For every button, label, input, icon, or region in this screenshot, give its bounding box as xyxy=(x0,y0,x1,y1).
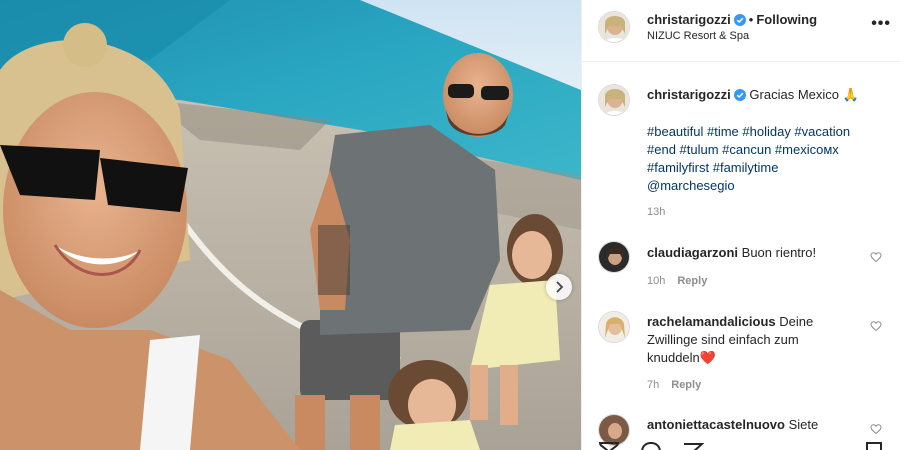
hashtag-line[interactable]: #beautiful #time #holiday #vacation xyxy=(647,123,887,141)
post-side-panel: christarigozzi • Following NIZUC Resort & … xyxy=(581,0,900,450)
caption-body: Gracias Mexico 🙏 xyxy=(749,87,859,102)
author-avatar[interactable] xyxy=(598,11,630,43)
comment-body: Siete xyxy=(788,417,819,432)
separator-dot: • xyxy=(748,12,754,27)
comment-body: Buon rientro! xyxy=(741,245,817,260)
comment-meta: 7h Reply xyxy=(647,379,701,391)
author-username[interactable]: christarigozzi xyxy=(647,12,731,27)
comment-text: antoniettacastelnuovo Siete xyxy=(647,416,877,434)
comment-body-line: Zwillinge sind einfach zum xyxy=(647,332,799,347)
mention-link[interactable]: @marchesegio xyxy=(647,177,887,195)
caption-timestamp[interactable]: 13h xyxy=(647,206,665,218)
heart-icon[interactable] xyxy=(870,251,882,263)
commenter-avatar[interactable] xyxy=(598,241,630,273)
comment-meta: 10h Reply xyxy=(647,275,707,287)
more-options-icon[interactable]: ••• xyxy=(871,15,891,33)
heart-icon[interactable] xyxy=(870,320,882,332)
commenter-avatar[interactable] xyxy=(598,311,630,343)
reply-button[interactable]: Reply xyxy=(677,275,707,287)
post-header: christarigozzi • Following NIZUC Resort & … xyxy=(582,0,900,62)
comment-timestamp[interactable]: 10h xyxy=(647,275,665,287)
hashtag-line[interactable]: #familyfirst #familytime xyxy=(647,159,887,177)
next-image-button[interactable] xyxy=(546,274,572,300)
comment-text: rachelamandalicious Deine Zwillinge sind… xyxy=(647,313,867,367)
like-icon[interactable] xyxy=(598,442,620,450)
following-button[interactable]: Following xyxy=(756,12,817,27)
caption-username[interactable]: christarigozzi xyxy=(647,87,731,102)
share-icon[interactable] xyxy=(682,442,704,450)
comment-text: claudiagarzoni Buon rientro! xyxy=(647,244,867,262)
chevron-right-icon xyxy=(556,281,564,293)
beach-family-photo xyxy=(0,0,581,450)
caption-avatar[interactable] xyxy=(598,84,630,116)
comment-username[interactable]: antoniettacastelnuovo xyxy=(647,417,785,432)
comment-timestamp[interactable]: 7h xyxy=(647,379,659,391)
comment-username[interactable]: rachelamandalicious xyxy=(647,314,776,329)
post-location[interactable]: NIZUC Resort & Spa xyxy=(647,30,749,42)
verified-badge-icon xyxy=(733,88,746,106)
post-photo[interactable] xyxy=(0,0,581,450)
comment-icon[interactable] xyxy=(640,442,662,450)
heart-icon[interactable] xyxy=(870,423,882,435)
bookmark-icon[interactable] xyxy=(865,442,883,450)
comment-body-line: knuddeln❤️ xyxy=(647,350,716,365)
reply-button[interactable]: Reply xyxy=(671,379,701,391)
caption-text: christarigozzi Gracias Mexico 🙏 #beautif… xyxy=(647,86,887,195)
verified-badge-icon xyxy=(733,13,746,31)
comment-username[interactable]: claudiagarzoni xyxy=(647,245,738,260)
action-bar xyxy=(582,436,900,450)
hashtag-line[interactable]: #end #tulum #cancun #mexicoмх xyxy=(647,141,887,159)
comment-body: Deine xyxy=(779,314,814,329)
